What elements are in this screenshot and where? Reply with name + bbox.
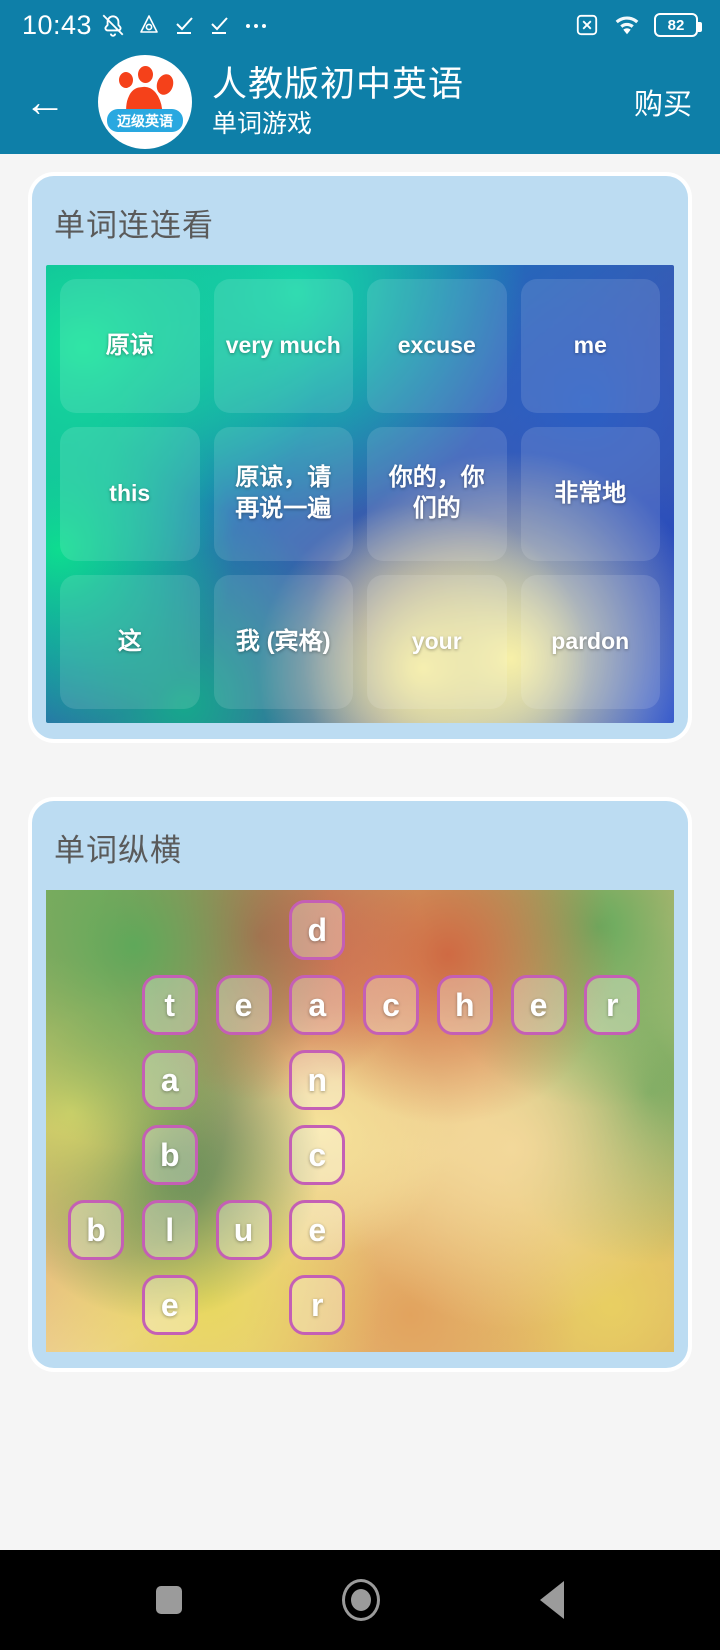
cloud-drop-icon <box>137 13 161 37</box>
word-tile[interactable]: me <box>520 279 660 413</box>
crossword-empty-cell <box>216 1050 284 1119</box>
crossword-empty-cell <box>68 1275 136 1344</box>
crossword-empty-cell <box>68 1050 136 1119</box>
crossword-empty-cell <box>584 1125 652 1194</box>
crossword-empty-cell <box>584 1050 652 1119</box>
square-recents-icon[interactable] <box>156 1586 182 1614</box>
crossword-letter-cell[interactable]: l <box>141 1200 198 1260</box>
crossword-letter-cell[interactable]: a <box>289 975 346 1035</box>
status-left-icons <box>100 12 270 38</box>
word-tile[interactable]: pardon <box>520 575 660 709</box>
battery-level: 82 <box>667 16 685 34</box>
crossword-empty-cell <box>216 1275 284 1344</box>
crossword-empty-cell <box>437 1050 505 1119</box>
word-tile[interactable]: 你的，你们的 <box>367 427 507 561</box>
logo-badge-label: 迈级英语 <box>107 109 183 132</box>
word-tile[interactable]: 这 <box>60 575 200 709</box>
crossword-empty-cell <box>437 1200 505 1269</box>
back-arrow-icon[interactable]: ← <box>24 81 88 123</box>
word-tile[interactable]: 原谅 <box>60 279 200 413</box>
crossword-letter-cell[interactable]: c <box>289 1125 346 1185</box>
crossword-letter-cell[interactable]: r <box>584 975 641 1035</box>
crossword-empty-cell <box>584 1275 652 1344</box>
status-right-icons: 82 <box>574 12 702 38</box>
page-title: 人教版初中英语 <box>212 65 465 105</box>
word-tile[interactable]: this <box>60 427 200 561</box>
crossword-empty-cell <box>68 1125 136 1194</box>
word-tile[interactable]: 我 (宾格) <box>213 575 353 709</box>
card-body-word-matching: 原谅 very much excuse me this 原谅，请再说一遍 你的，你们的 非常地… <box>32 265 688 739</box>
crossword-empty-cell <box>363 900 431 969</box>
paw-toe-icon <box>154 72 176 97</box>
crossword-letter-cell[interactable]: b <box>68 1200 124 1260</box>
card-title-crossword: 单词纵横 <box>54 833 182 868</box>
app-logo: 迈级英语 <box>98 55 192 149</box>
crossword-empty-cell <box>511 1050 579 1119</box>
word-matching-preview[interactable]: 原谅 very much excuse me this 原谅，请再说一遍 你的，你们的 非常地… <box>46 265 674 723</box>
crossword-empty-cell <box>142 900 210 969</box>
crossword-letter-cell[interactable]: d <box>289 900 346 960</box>
word-tile[interactable]: 非常地 <box>520 427 660 561</box>
wifi-icon <box>613 13 641 37</box>
word-matching-cells: 原谅 very much excuse me this 原谅，请再说一遍 你的，你们的 非常地… <box>46 265 674 723</box>
crossword-empty-cell <box>511 1125 579 1194</box>
word-tile[interactable]: 原谅，请再说一遍 <box>213 427 353 561</box>
mute-bell-icon <box>100 12 126 38</box>
crossword-letter-cell[interactable]: e <box>289 1200 346 1260</box>
crossword-letter-cell[interactable]: b <box>141 1125 198 1185</box>
crossword-empty-cell <box>363 1050 431 1119</box>
crossword-cells: dteacheranbcblueer <box>46 890 674 1352</box>
more-dots-icon <box>242 13 270 37</box>
triangle-back-icon[interactable] <box>540 1581 564 1619</box>
crossword-empty-cell <box>584 1200 652 1269</box>
paw-toe-icon <box>119 72 133 88</box>
card-title-word-matching: 单词连连看 <box>54 208 214 243</box>
crossword-letter-cell[interactable]: r <box>289 1275 346 1335</box>
paw-toe-icon <box>138 66 153 83</box>
word-tile[interactable]: excuse <box>367 279 507 413</box>
crossword-empty-cell <box>363 1125 431 1194</box>
crossword-letter-cell[interactable]: c <box>363 975 419 1035</box>
crossword-letter-cell[interactable]: e <box>215 975 272 1035</box>
circle-home-icon[interactable] <box>342 1579 380 1621</box>
crossword-empty-cell <box>584 900 652 969</box>
header-titles: 人教版初中英语 单词游戏 <box>212 64 464 140</box>
crossword-letter-cell[interactable]: t <box>141 975 198 1035</box>
crossword-empty-cell <box>68 975 136 1044</box>
crossword-preview[interactable]: dteacheranbcblueer <box>46 890 674 1352</box>
crossword-letter-cell[interactable]: u <box>215 1200 272 1260</box>
crossword-empty-cell <box>363 1200 431 1269</box>
crossword-letter-cell[interactable]: a <box>141 1050 198 1110</box>
card-word-matching[interactable]: 单词连连看 原谅 very much excuse me this 原谅，请再说一遍 你的，… <box>32 176 688 739</box>
crossword-empty-cell <box>437 1275 505 1344</box>
check-underline-icon <box>172 13 196 37</box>
card-body-crossword: dteacheranbcblueer <box>32 890 688 1368</box>
check-underline-icon <box>207 13 231 37</box>
page-content: 单词连连看 原谅 very much excuse me this 原谅，请再说一遍 你的，… <box>0 154 720 1368</box>
crossword-empty-cell <box>68 900 136 969</box>
status-bar: 10:43 82 <box>0 0 720 50</box>
crossword-empty-cell <box>511 1200 579 1269</box>
crossword-letter-cell[interactable]: e <box>510 975 567 1035</box>
crossword-letter-cell[interactable]: e <box>141 1275 198 1335</box>
crossword-empty-cell <box>437 1125 505 1194</box>
app-header: ← 迈级英语 人教版初中英语 单词游戏 购买 <box>0 50 720 154</box>
crossword-letter-cell[interactable]: h <box>436 975 493 1035</box>
crossword-letter-cell[interactable]: n <box>289 1050 346 1110</box>
card-crossword[interactable]: 单词纵横 dteacheranbcblueer <box>32 801 688 1368</box>
word-tile[interactable]: your <box>367 575 507 709</box>
crossword-empty-cell <box>437 900 505 969</box>
crossword-empty-cell <box>511 1275 579 1344</box>
buy-button[interactable]: 购买 <box>634 81 696 123</box>
battery-icon: 82 <box>654 13 702 37</box>
no-sim-icon <box>574 12 600 38</box>
crossword-empty-cell <box>216 1125 284 1194</box>
android-nav-bar <box>0 1550 720 1650</box>
page-subtitle: 单词游戏 <box>212 109 313 138</box>
crossword-empty-cell <box>363 1275 431 1344</box>
status-time: 10:43 <box>22 9 93 40</box>
crossword-empty-cell <box>511 900 579 969</box>
crossword-empty-cell <box>216 900 284 969</box>
word-tile[interactable]: very much <box>213 279 353 413</box>
